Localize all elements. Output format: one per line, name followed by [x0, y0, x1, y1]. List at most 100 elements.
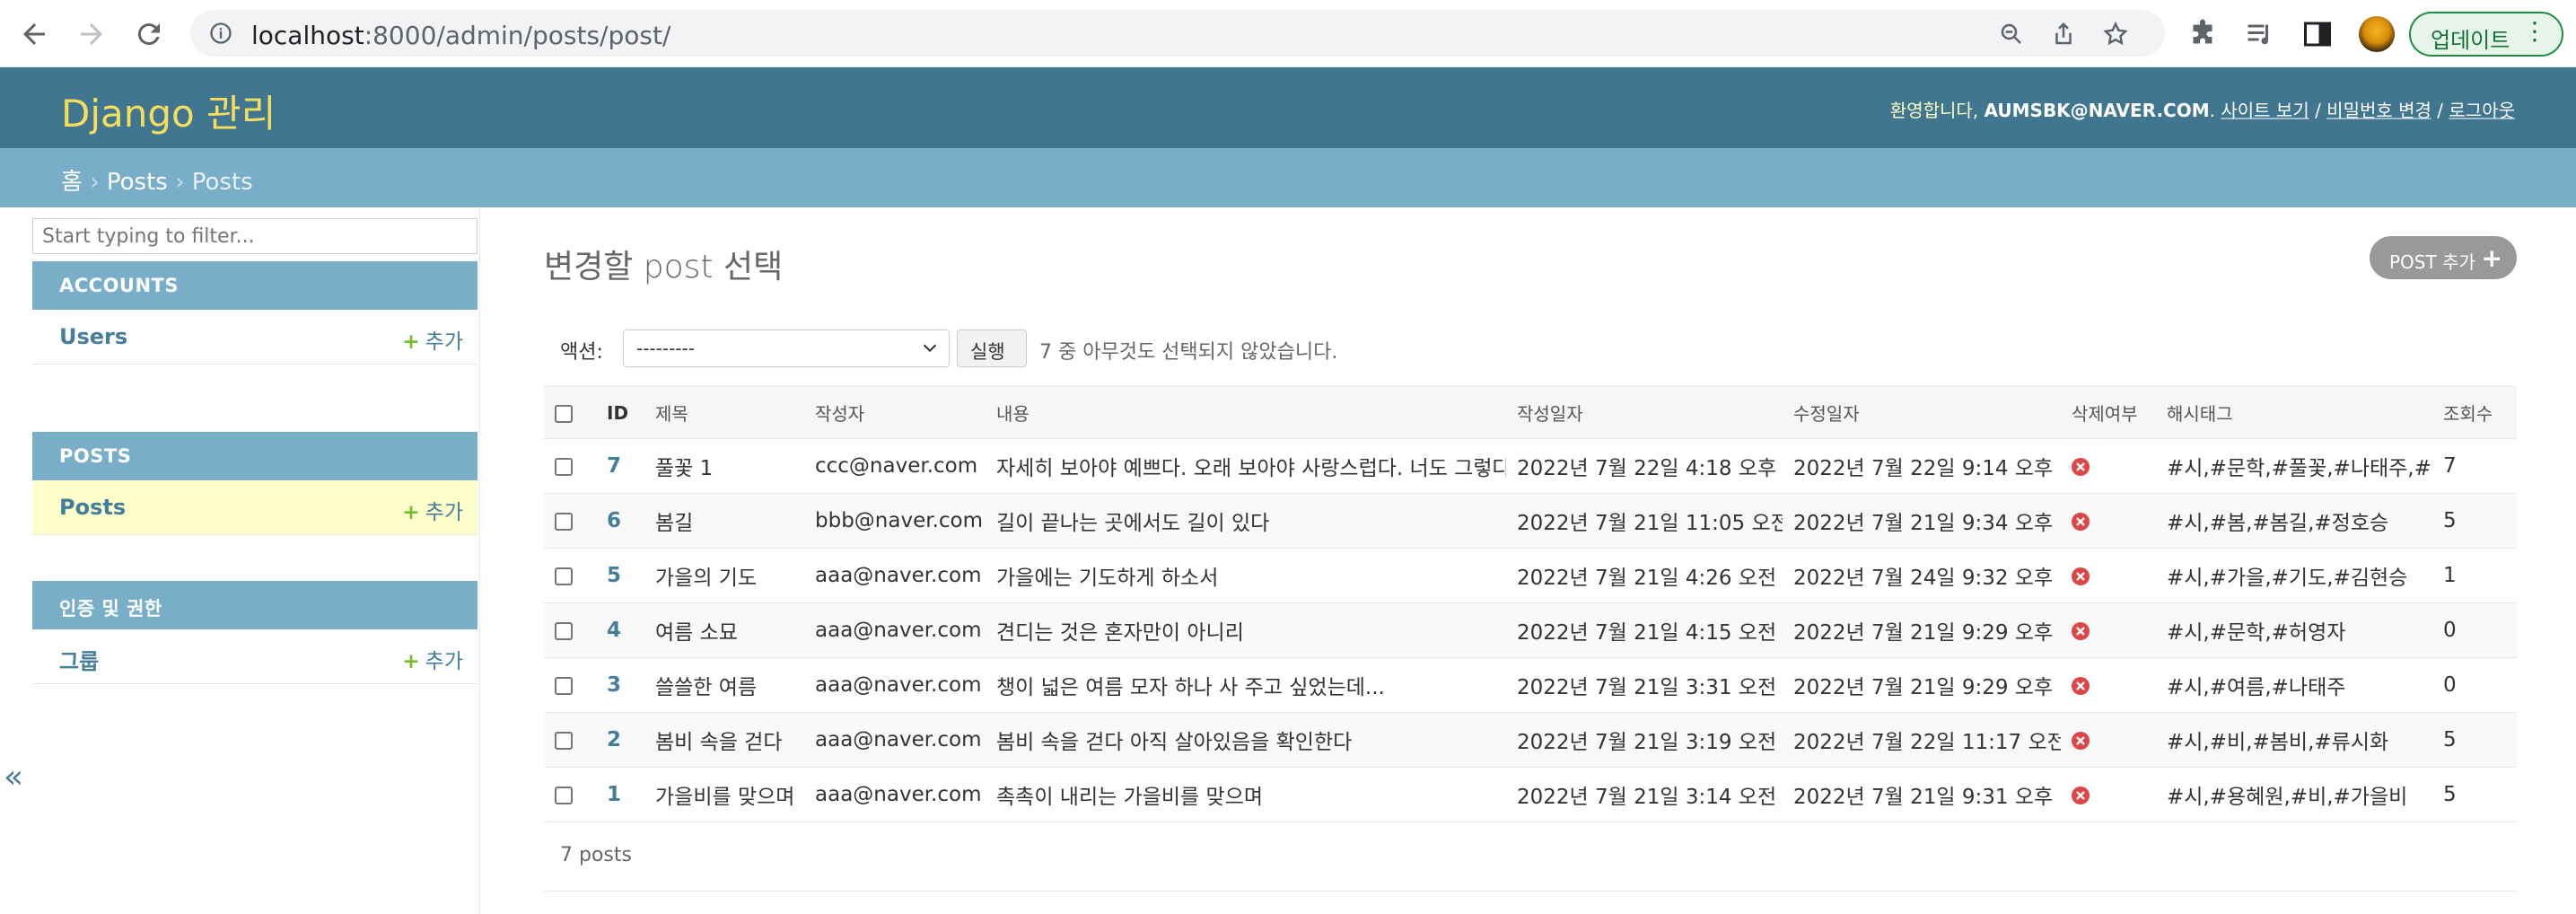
row-checkbox-cell — [544, 438, 596, 494]
back-icon[interactable] — [18, 18, 50, 50]
change-password-link[interactable]: 비밀번호 변경 — [2326, 100, 2431, 121]
logout-link[interactable]: 로그아웃 — [2449, 100, 2515, 121]
column-header-views[interactable]: 조회수 — [2432, 386, 2517, 439]
table-row: 2 봄비 속을 걷다 aaa@naver.com 봄비 속을 걷다 아직 살아있음을 … — [544, 712, 2517, 768]
row-created: 2022년 7월 21일 11:05 오전 — [1506, 493, 1783, 549]
column-header-created[interactable]: 작성일자 — [1506, 386, 1783, 439]
row-id-link[interactable]: 5 — [596, 548, 644, 603]
add-posts-link[interactable]: + 추가 — [402, 495, 463, 525]
row-views: 7 — [2432, 438, 2517, 494]
row-checkbox-cell — [544, 712, 596, 768]
row-checkbox[interactable] — [555, 457, 573, 476]
model-link-users[interactable]: Users — [59, 324, 127, 349]
nav-filter-input[interactable] — [32, 218, 478, 254]
side-panel-icon[interactable] — [2301, 18, 2334, 50]
select-all-checkbox[interactable] — [555, 405, 573, 423]
reload-icon[interactable] — [133, 18, 165, 50]
add-label: 추가 — [425, 330, 463, 354]
module-header-accounts[interactable]: ACCOUNTS — [32, 261, 478, 310]
user-tools: 환영합니다, AUMSBK@NAVER.COM. 사이트 보기 / 비밀번호 변… — [1889, 100, 2515, 121]
module-title: 인증 및 권한 — [59, 598, 162, 620]
info-icon[interactable] — [208, 21, 233, 46]
icon-no — [2072, 676, 2090, 695]
icon-no — [2072, 786, 2090, 804]
row-hashtags: #시,#용혜원,#비,#가을비 — [2156, 767, 2432, 822]
breadcrumb-separator: › — [90, 169, 100, 196]
profile-avatar[interactable] — [2359, 16, 2395, 52]
column-header-modified[interactable]: 수정일자 — [1783, 386, 2061, 439]
breadcrumb-home[interactable]: 홈 — [61, 169, 83, 196]
row-checkbox[interactable] — [555, 676, 573, 695]
row-id-link[interactable]: 3 — [596, 657, 644, 713]
row-views: 1 — [2432, 548, 2517, 603]
row-title: 봄비 속을 걷다 — [644, 712, 804, 768]
model-link-posts[interactable]: Posts — [59, 495, 126, 520]
site-branding[interactable]: Django 관리 — [61, 83, 276, 138]
row-views: 0 — [2432, 602, 2517, 658]
action-select[interactable]: --------- — [623, 330, 950, 367]
row-deleted-cell — [2061, 493, 2156, 549]
separator: / — [2309, 100, 2327, 121]
add-plus-icon: + — [402, 330, 420, 354]
row-id-link[interactable]: 7 — [596, 438, 644, 494]
extensions-icon[interactable] — [2186, 18, 2219, 50]
add-groups-link[interactable]: + 추가 — [402, 644, 463, 674]
update-button[interactable]: 업데이트 ⋮ — [2409, 12, 2563, 57]
row-created: 2022년 7월 21일 3:31 오전 — [1506, 657, 1783, 713]
paginator: 7 posts — [544, 821, 2517, 892]
module-header-auth[interactable]: 인증 및 권한 — [32, 581, 478, 629]
action-selected-value: --------- — [636, 338, 695, 359]
row-checkbox[interactable] — [555, 786, 573, 804]
row-checkbox[interactable] — [555, 512, 573, 531]
url-text: localhost:8000/admin/posts/post/ — [251, 21, 671, 50]
column-header-id[interactable]: ID — [596, 386, 644, 439]
add-post-button[interactable]: POST 추가 + — [2370, 236, 2517, 279]
zoom-icon[interactable] — [1998, 21, 2025, 48]
row-id-link[interactable]: 4 — [596, 602, 644, 658]
more-vert-icon[interactable]: ⋮ — [2522, 19, 2547, 44]
row-id-link[interactable]: 1 — [596, 767, 644, 822]
row-content: 챙이 넓은 여름 모자 하나 사 주고 싶었는데... — [986, 657, 1506, 713]
row-id-link[interactable]: 2 — [596, 712, 644, 768]
row-hashtags: #시,#여름,#나태주 — [2156, 657, 2432, 713]
forward-icon[interactable] — [75, 18, 108, 50]
share-icon[interactable] — [2050, 21, 2077, 48]
breadcrumb-current: Posts — [191, 169, 253, 196]
row-id-link[interactable]: 6 — [596, 493, 644, 549]
go-button[interactable]: 실행 — [957, 330, 1027, 367]
row-modified: 2022년 7월 21일 9:29 오후 — [1783, 602, 2061, 658]
breadcrumb-app[interactable]: Posts — [107, 169, 168, 196]
add-post-label: POST 추가 — [2389, 251, 2475, 273]
row-modified: 2022년 7월 21일 9:34 오후 — [1783, 493, 2061, 549]
media-icon[interactable] — [2244, 18, 2276, 50]
column-header-deleted[interactable]: 삭제여부 — [2061, 386, 2156, 439]
welcome-text: 환영합니다, — [1889, 100, 1979, 121]
select-all-checkbox-cell — [544, 386, 596, 439]
row-modified: 2022년 7월 21일 9:31 오후 — [1783, 767, 2061, 822]
module-header-posts[interactable]: POSTS — [32, 432, 478, 480]
view-site-link[interactable]: 사이트 보기 — [2221, 100, 2309, 121]
module-title: ACCOUNTS — [59, 275, 180, 296]
row-hashtags: #시,#봄,#봄길,#정호승 — [2156, 493, 2432, 549]
column-header-content[interactable]: 내용 — [986, 386, 1506, 439]
column-header-title[interactable]: 제목 — [644, 386, 804, 439]
column-header-hashtags[interactable]: 해시태그 — [2156, 386, 2432, 439]
row-checkbox-cell — [544, 493, 596, 549]
selection-counter: 7 중 아무것도 선택되지 않았습니다. — [1039, 341, 1338, 364]
result-count: 7 posts — [560, 844, 632, 866]
toggle-nav-sidebar[interactable]: « — [4, 759, 23, 795]
breadcrumb-separator: › — [175, 169, 185, 196]
row-checkbox[interactable] — [555, 621, 573, 640]
address-bar[interactable]: localhost:8000/admin/posts/post/ — [190, 10, 2165, 57]
row-author: bbb@naver.com — [804, 493, 986, 549]
bookmark-star-icon[interactable] — [2102, 21, 2129, 48]
table-row: 3 쓸쓸한 여름 aaa@naver.com 챙이 넓은 여름 모자 하나 사 주고 … — [544, 657, 2517, 713]
add-users-link[interactable]: + 추가 — [402, 324, 463, 355]
row-checkbox[interactable] — [555, 731, 573, 750]
column-header-author[interactable]: 작성자 — [804, 386, 986, 439]
sidebar-item-posts: Posts + 추가 — [32, 480, 478, 535]
row-title: 가을비를 맞으며 — [644, 767, 804, 822]
row-content: 자세히 보아야 예쁘다. 오래 보아야 사랑스럽다. 너도 그렇다. — [986, 438, 1506, 494]
model-link-groups[interactable]: 그룹 — [59, 644, 99, 675]
row-checkbox[interactable] — [555, 567, 573, 585]
